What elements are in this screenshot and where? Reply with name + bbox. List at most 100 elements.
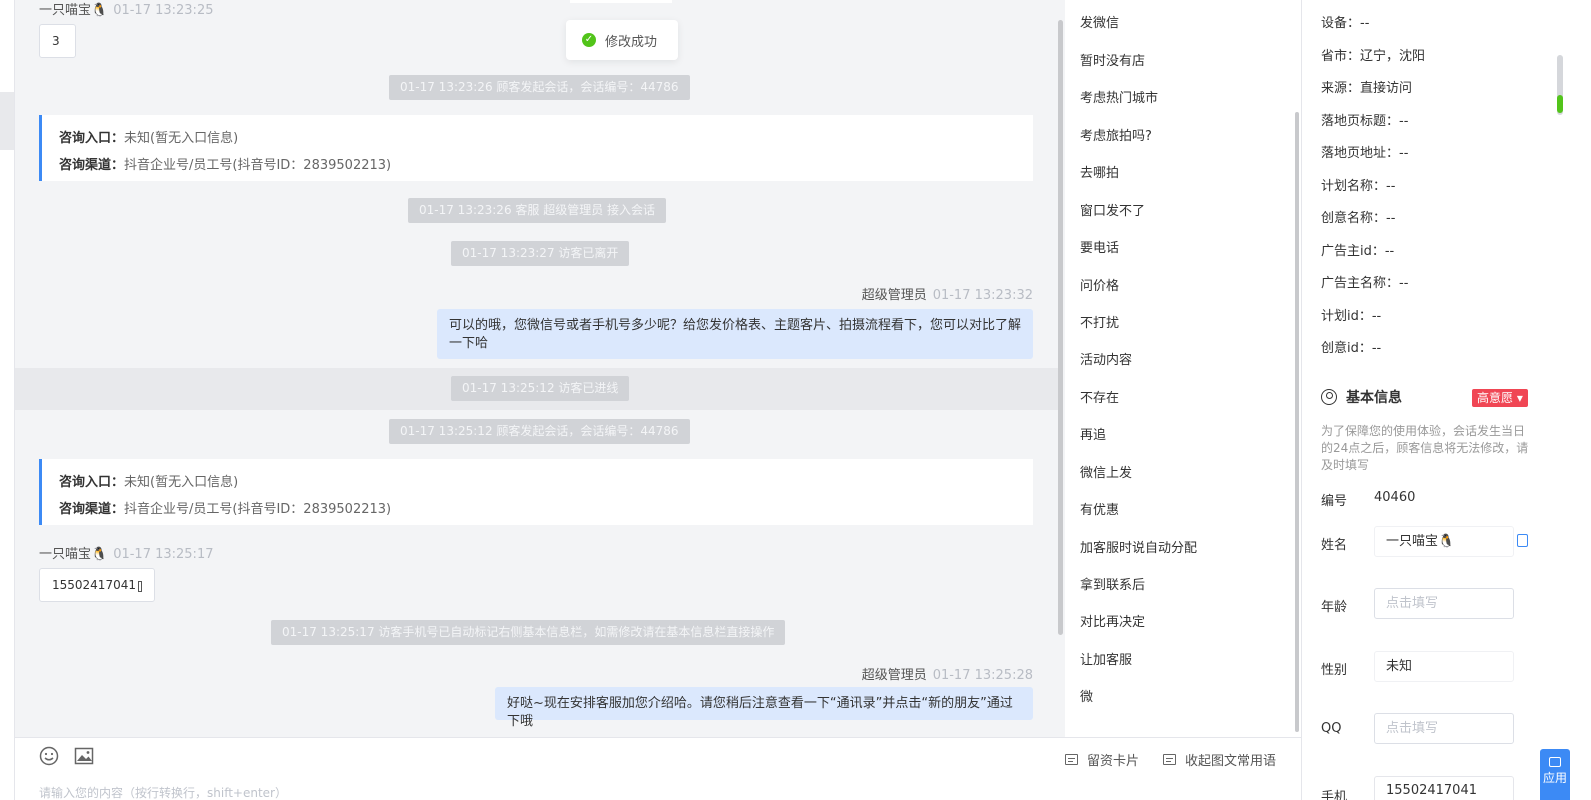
- gender-field[interactable]: 未知: [1374, 651, 1514, 682]
- consult-info-card: 咨询入口：未知(暂无入口信息) 咨询渠道：抖音企业号/员工号(抖音号ID：283…: [39, 459, 1033, 525]
- agent-message[interactable]: 好哒~现在安排客服加您介绍哈。请您稍后注意查看一下“通讯录”并点击“新的朋友”通…: [495, 687, 1033, 729]
- chat-message-area: 一只喵宝🐧 01-17 13:23:25 3 01-17 13:23:26 顾客发…: [15, 0, 1065, 737]
- check-circle-icon: ✓: [582, 33, 596, 47]
- entry-label: 咨询入口：: [59, 475, 125, 490]
- phrase-item[interactable]: 拿到联系后: [1080, 574, 1145, 593]
- entry-value: 未知(暂无入口信息): [124, 131, 239, 146]
- chat-scrollbar[interactable]: [1058, 20, 1063, 635]
- customer-info-panel: 设备：-- 省市：辽宁，沈阳 来源：直接访问 落地页标题：-- 落地页地址：--…: [1301, 0, 1591, 800]
- agent-message[interactable]: 可以的哦，您微信号或者手机号多少呢？给您发价格表、主题客片、拍摄流程看下，您可以…: [437, 309, 1033, 359]
- message-time: 01-17 13:23:25: [113, 3, 214, 18]
- visitor-message[interactable]: 15502417041: [39, 568, 155, 602]
- left-edge-strip: [0, 0, 15, 800]
- phrase-item[interactable]: 微信上发: [1080, 462, 1132, 481]
- toast-edge: [570, 0, 672, 3]
- message-sender: 一只喵宝🐧 01-17 13:25:17: [39, 543, 213, 562]
- plan-id-info: 计划id：--: [1321, 309, 1382, 324]
- id-label: 编号: [1321, 494, 1348, 509]
- phrases-scrollbar[interactable]: [1295, 112, 1299, 732]
- phrase-item[interactable]: 要电话: [1080, 237, 1119, 256]
- message-text: 15502417041: [52, 578, 136, 592]
- edit-hint: 为了保障您的使用体验，会话发生当日的24点之后，顾客信息将无法修改，请及时填写: [1321, 424, 1529, 472]
- message-time: 01-17 13:25:28: [932, 668, 1033, 683]
- id-value: 40460: [1374, 490, 1416, 505]
- device-info: 设备：--: [1321, 16, 1370, 31]
- age-label: 年龄: [1321, 600, 1348, 615]
- channel-label: 咨询渠道：: [59, 502, 125, 517]
- message-text: 可以的哦，您微信号或者手机号多少呢？给您发价格表、主题客片、拍摄流程看下，您可以…: [449, 318, 1022, 351]
- phrase-item[interactable]: 加客服时说自动分配: [1080, 537, 1197, 556]
- message-time: 01-17 13:23:32: [932, 288, 1033, 303]
- copy-icon[interactable]: [137, 580, 142, 592]
- message-text: 好哒~现在安排客服加您介绍哈。请您稍后注意查看一下“通讯录”并点击“新的朋友”通…: [507, 696, 1013, 729]
- message-text: 3: [52, 34, 60, 48]
- phrase-item[interactable]: 考虑旅拍吗?: [1080, 125, 1152, 144]
- chat-icon: [1549, 757, 1561, 767]
- entry-label: 咨询入口：: [59, 131, 125, 146]
- system-notice: 01-17 13:25:12 顾客发起会话，会话编号：44786: [389, 419, 690, 444]
- lead-card-label: 留资卡片: [1087, 754, 1140, 769]
- success-toast: ✓ 修改成功: [566, 20, 678, 60]
- advertiser-name-info: 广告主名称：--: [1321, 276, 1409, 291]
- collapse-phrases-label: 收起图文常用语: [1185, 754, 1277, 769]
- image-icon[interactable]: [74, 746, 94, 766]
- consult-info-card: 咨询入口：未知(暂无入口信息) 咨询渠道：抖音企业号/员工号(抖音号ID：283…: [39, 115, 1033, 181]
- channel-value: 抖音企业号/员工号(抖音号ID：2839502213): [124, 502, 392, 517]
- message-sender: 一只喵宝🐧 01-17 13:23:25: [39, 0, 213, 18]
- landing-url-info: 落地页地址：--: [1321, 146, 1409, 161]
- phrase-item[interactable]: 去哪拍: [1080, 162, 1119, 181]
- channel-label: 咨询渠道：: [59, 158, 125, 173]
- basic-info-title-text: 基本信息: [1346, 390, 1402, 406]
- sender-name: 超级管理员: [861, 668, 927, 683]
- collapse-phrases-button[interactable]: 收起图文常用语: [1163, 750, 1276, 769]
- landing-title-info: 落地页标题：--: [1321, 114, 1409, 129]
- message-input[interactable]: 请输入您的内容（按行转换行，shift+enter）: [39, 784, 287, 800]
- plan-name-info: 计划名称：--: [1321, 179, 1396, 194]
- system-notice: 01-17 13:25:12 访客已进线: [451, 376, 630, 401]
- visitor-message[interactable]: 3: [39, 24, 76, 58]
- phrase-item[interactable]: 活动内容: [1080, 349, 1132, 368]
- panel-scroll-thumb[interactable]: [1557, 95, 1563, 113]
- common-phrases-panel: 发微信 暂时没有店 考虑热门城市 考虑旅拍吗? 去哪拍 窗口发不了 要电话 问价…: [1065, 0, 1301, 737]
- phrase-item[interactable]: 发微信: [1080, 12, 1119, 31]
- phrase-item[interactable]: 有优惠: [1080, 499, 1119, 518]
- phrase-item[interactable]: 不存在: [1080, 387, 1119, 406]
- source-info: 来源：直接访问: [1321, 81, 1413, 96]
- phrase-item[interactable]: 暂时没有店: [1080, 50, 1145, 69]
- document-icon: [1163, 754, 1176, 765]
- intent-badge[interactable]: 高意愿 ▾: [1472, 389, 1528, 407]
- phrase-item[interactable]: 不打扰: [1080, 312, 1119, 331]
- message-sender: 超级管理员 01-17 13:25:28: [862, 664, 1033, 683]
- sender-name: 一只喵宝🐧: [39, 3, 108, 18]
- name-field[interactable]: 一只喵宝🐧: [1374, 526, 1514, 557]
- sender-name: 超级管理员: [861, 288, 927, 303]
- sender-name: 一只喵宝🐧: [39, 547, 108, 562]
- qq-label: QQ: [1321, 721, 1342, 736]
- phrase-item[interactable]: 对比再决定: [1080, 611, 1145, 630]
- system-notice: 01-17 13:23:26 客服 超级管理员 接入会话: [408, 198, 667, 223]
- phrase-item[interactable]: 再追: [1080, 424, 1106, 443]
- copy-icon[interactable]: [1517, 534, 1528, 547]
- phrase-item[interactable]: 让加客服: [1080, 649, 1132, 668]
- phrase-item[interactable]: 考虑热门城市: [1080, 87, 1158, 106]
- lead-card-button[interactable]: 留资卡片: [1065, 750, 1139, 769]
- document-icon: [1065, 754, 1078, 765]
- message-sender: 超级管理员 01-17 13:23:32: [862, 284, 1033, 303]
- smile-icon[interactable]: [39, 746, 59, 766]
- name-label: 姓名: [1321, 538, 1348, 553]
- qq-field[interactable]: 点击填写: [1374, 713, 1514, 744]
- message-time: 01-17 13:25:17: [113, 547, 214, 562]
- phrase-item[interactable]: 微: [1080, 686, 1093, 705]
- message-input-area: 留资卡片 收起图文常用语 请输入您的内容（按行转换行，shift+enter）: [15, 737, 1301, 800]
- phrase-item[interactable]: 问价格: [1080, 275, 1119, 294]
- app-float-button[interactable]: 应用: [1540, 749, 1570, 800]
- phrase-item[interactable]: 窗口发不了: [1080, 200, 1145, 219]
- user-circle-icon: [1321, 389, 1337, 405]
- phone-field[interactable]: 15502417041: [1374, 776, 1514, 800]
- system-notice: 01-17 13:23:26 顾客发起会话，会话编号：44786: [389, 75, 690, 100]
- collapse-tab[interactable]: [0, 92, 14, 150]
- age-field[interactable]: 点击填写: [1374, 588, 1514, 619]
- basic-info-title: 基本信息: [1321, 387, 1402, 407]
- advertiser-id-info: 广告主id：--: [1321, 244, 1395, 259]
- creative-name-info: 创意名称：--: [1321, 211, 1396, 226]
